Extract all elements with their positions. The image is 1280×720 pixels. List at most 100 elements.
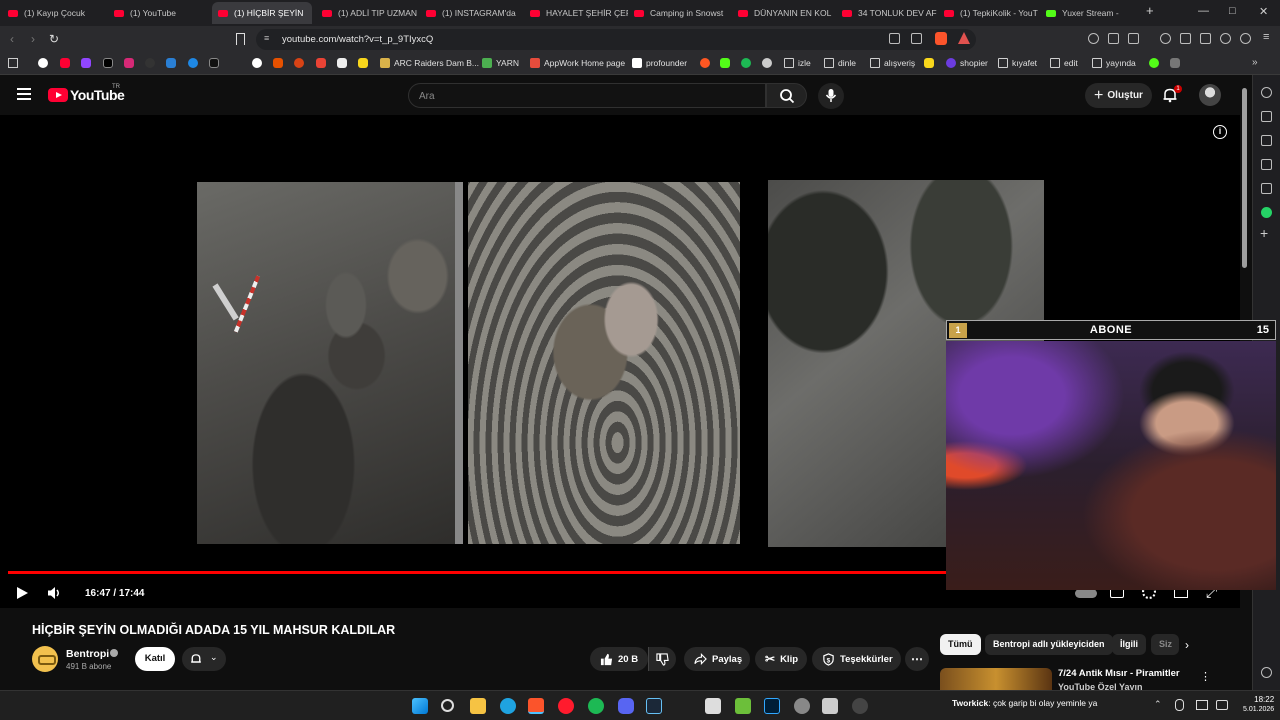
bookmark-shopier[interactable]: shopier [946, 58, 988, 68]
create-button[interactable]: + Oluştur [1085, 83, 1152, 108]
search-input[interactable] [419, 88, 749, 104]
mic-tray-icon[interactable] [1175, 699, 1184, 711]
taskbar-search-icon[interactable] [441, 699, 454, 712]
brave-shields-icon[interactable] [935, 32, 947, 45]
tray-chevron-icon[interactable]: ⌃ [1154, 699, 1162, 710]
brave-vpn-icon[interactable] [1240, 33, 1251, 44]
bookmark-icon[interactable] [924, 58, 934, 68]
clock[interactable]: 18:22 5.01.2026 [1243, 695, 1274, 715]
reload-icon[interactable]: ↻ [49, 32, 59, 46]
github-bookmark-icon[interactable] [145, 58, 155, 68]
music-icon[interactable] [1160, 33, 1171, 44]
info-icon[interactable]: i [1213, 125, 1227, 139]
bookmark-icon[interactable] [236, 33, 245, 45]
leo-ai-icon[interactable] [1220, 33, 1231, 44]
app-icon[interactable] [822, 698, 838, 714]
spotify-bookmark-icon[interactable] [741, 58, 751, 68]
bookmark-folder-izle[interactable]: izle [784, 58, 811, 68]
thanks-button[interactable]: $ Teşekkürler [812, 647, 901, 671]
search-button[interactable] [766, 83, 807, 108]
bookmark-arc-raiders[interactable]: ARC Raiders Dam B... [380, 58, 479, 68]
history-panel-icon[interactable] [1261, 183, 1272, 194]
browser-tab[interactable]: (1) YouTube [108, 2, 212, 24]
suggested-video-thumbnail[interactable] [940, 668, 1052, 690]
back-icon[interactable]: ‹ [10, 32, 14, 46]
close-tab-icon[interactable]: × [311, 8, 312, 19]
bookmark-folder-dinle[interactable]: dinle [824, 58, 856, 68]
play-button[interactable] [15, 586, 29, 605]
hamburger-menu-icon[interactable] [17, 88, 31, 103]
spotify-icon[interactable] [588, 698, 604, 714]
wallet-icon[interactable] [1200, 33, 1211, 44]
channel-name[interactable]: Bentropi [66, 648, 109, 660]
close-window-icon[interactable]: ✕ [1259, 5, 1268, 18]
mute-button[interactable] [47, 586, 63, 605]
network-icon[interactable] [1196, 700, 1208, 710]
browser-tab[interactable]: Yuxer Stream - [1040, 2, 1136, 24]
more-actions-button[interactable]: ⋯ [905, 647, 929, 671]
more-bookmarks-icon[interactable]: » [1252, 57, 1258, 68]
bookmark-icon[interactable] [337, 58, 347, 68]
gmail-bookmark-icon[interactable] [316, 58, 326, 68]
leo-icon[interactable] [1261, 87, 1272, 98]
bookmark-folder-yayinda[interactable]: yayında [1092, 58, 1136, 68]
autoplay-toggle[interactable] [1075, 589, 1097, 598]
bookmark-icon[interactable] [294, 58, 304, 68]
bookmark-yarn[interactable]: YARN [482, 58, 519, 68]
address-bar[interactable]: ≡ youtube.com/watch?v=t_p_9TIyxcQ [256, 29, 976, 50]
wallet-panel-icon[interactable] [1261, 135, 1272, 146]
bookmark-icon[interactable] [273, 58, 283, 68]
browser-tab[interactable]: DÜNYANIN EN KOL [732, 2, 836, 24]
x-bookmark-icon[interactable] [103, 58, 113, 68]
share-button[interactable]: Paylaş [684, 647, 750, 671]
new-tab-button[interactable]: + [1146, 3, 1154, 18]
photoshop-icon[interactable] [764, 698, 780, 714]
subscription-bell-button[interactable]: ⌄ [182, 647, 226, 671]
forward-icon[interactable]: › [31, 32, 35, 46]
chip-from-uploader[interactable]: Bentropi adlı yükleyiciden [985, 634, 1113, 655]
browser-tab-active[interactable]: (1) HİÇBİR ŞEYİN × [212, 2, 312, 24]
opera-icon[interactable] [558, 698, 574, 714]
chip-you[interactable]: Siz [1151, 634, 1179, 655]
chevron-right-icon[interactable]: › [1185, 638, 1189, 652]
browser-tab[interactable]: (1) TepkiKolik - YouT [938, 2, 1042, 24]
bookmark-icon[interactable] [1170, 58, 1180, 68]
vpn-icon[interactable] [1088, 33, 1099, 44]
kick-bookmark-icon[interactable] [720, 58, 730, 68]
voice-search-button[interactable] [818, 83, 844, 109]
reading-list-icon[interactable] [1261, 111, 1272, 122]
volume-tray-icon[interactable] [1216, 700, 1228, 710]
page-scrollbar[interactable] [1242, 88, 1247, 268]
brave-icon[interactable] [528, 698, 544, 714]
browser-tab[interactable]: (1) Kayıp Çocuk [2, 2, 106, 24]
bookmark-profounder[interactable]: profounder [632, 58, 687, 68]
bookmark-icon[interactable] [166, 58, 176, 68]
bookmark-icon[interactable] [358, 58, 368, 68]
join-button[interactable]: Katıl [135, 647, 175, 671]
discord-icon[interactable] [618, 698, 634, 714]
apps-grid-icon[interactable] [8, 58, 18, 68]
bookmark-icon[interactable] [252, 58, 262, 68]
menu-icon[interactable]: ≡ [1263, 31, 1269, 43]
sidebar-toggle-icon[interactable] [1180, 33, 1191, 44]
search-box[interactable] [408, 83, 766, 108]
app-icon[interactable] [705, 698, 721, 714]
app-icon[interactable] [794, 698, 810, 714]
site-info-icon[interactable]: ≡ [264, 33, 269, 43]
bookmark-folder-edit[interactable]: edit [1050, 58, 1078, 68]
dislike-button[interactable] [648, 647, 676, 671]
instagram-bookmark-icon[interactable] [124, 58, 134, 68]
twitch-bookmark-icon[interactable] [81, 58, 91, 68]
account-avatar[interactable] [1199, 84, 1221, 106]
browser-tab[interactable]: (1) ADLİ TIP UZMAN [316, 2, 420, 24]
whatsapp-icon[interactable] [1261, 207, 1272, 218]
like-button[interactable]: 20 B [590, 647, 648, 671]
chip-related[interactable]: İlgili [1112, 634, 1146, 655]
youtube-bookmark-icon[interactable] [60, 58, 70, 68]
browser-tab[interactable]: Camping in Snowst [628, 2, 732, 24]
browser-tab[interactable]: 34 TONLUK DEV AF [836, 2, 940, 24]
browser-tab[interactable]: HAYALET ŞEHİR ÇER [524, 2, 628, 24]
browser-tab[interactable]: (1) INSTAGRAM'da [420, 2, 524, 24]
edge-icon[interactable] [500, 698, 516, 714]
bookmarks-panel-icon[interactable] [1261, 159, 1272, 170]
